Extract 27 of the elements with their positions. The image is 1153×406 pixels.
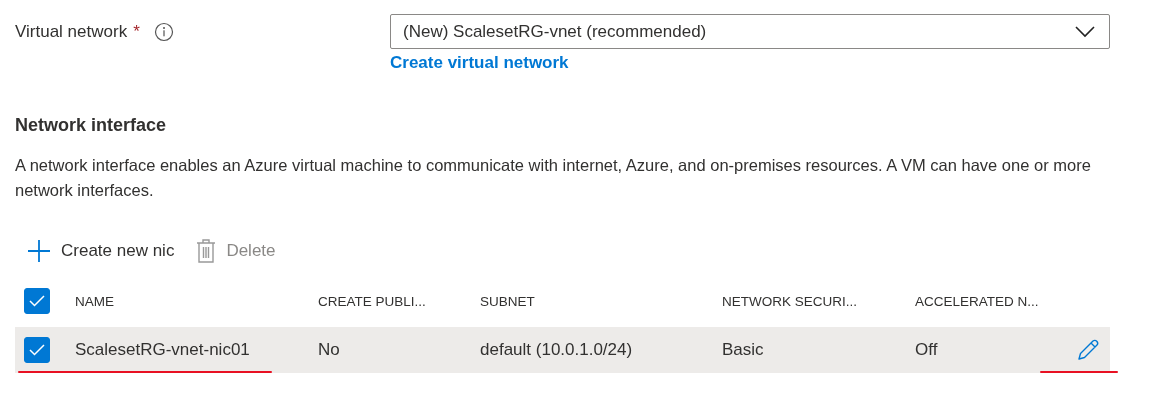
pencil-icon[interactable]	[1075, 338, 1100, 362]
column-header[interactable]: NAME	[75, 293, 318, 309]
table-row[interactable]: ScalesetRG-vnet-nic01 No default (10.0.1.0/24) Basic Off	[15, 327, 1110, 373]
create-network-link[interactable]: Create virtual network	[390, 53, 1110, 73]
checkmark-icon	[29, 295, 45, 307]
field-label: Virtual network	[15, 22, 128, 42]
row-checkbox[interactable]	[24, 337, 50, 363]
network-dropdown[interactable]: (New) ScalesetRG-vnet (recommended)	[390, 14, 1110, 49]
checkmark-icon	[29, 344, 45, 356]
table-cell-text: Basic	[722, 340, 765, 360]
column-header[interactable]: SUBNET	[480, 293, 722, 309]
table-cell-text: No	[318, 340, 341, 360]
table-cell-text: Off	[915, 340, 939, 360]
section-heading: Network interface	[15, 115, 168, 136]
plus-icon	[27, 239, 51, 263]
section-description: A network interface enables an Azure virtual machine to communicate with internet, Azure, and on-premises resources. A VM can have one or more network interfaces.	[15, 155, 1092, 201]
required-mark: *	[133, 22, 140, 42]
info-icon[interactable]	[153, 22, 174, 42]
column-header[interactable]: NETWORK SECURI...	[722, 293, 915, 309]
table-cell-text: default (10.0.1.0/24)	[480, 340, 634, 360]
column-header[interactable]: ACCELERATED N...	[915, 293, 1065, 309]
trash-icon	[196, 239, 217, 263]
table-cell-text: ScalesetRG-vnet-nic01	[75, 340, 251, 360]
select-all-checkbox[interactable]	[24, 288, 50, 314]
column-header[interactable]: CREATE PUBLI...	[318, 293, 480, 309]
create-nic-button[interactable]: Create new nic	[15, 239, 175, 263]
chevron-down-icon	[1075, 25, 1095, 38]
